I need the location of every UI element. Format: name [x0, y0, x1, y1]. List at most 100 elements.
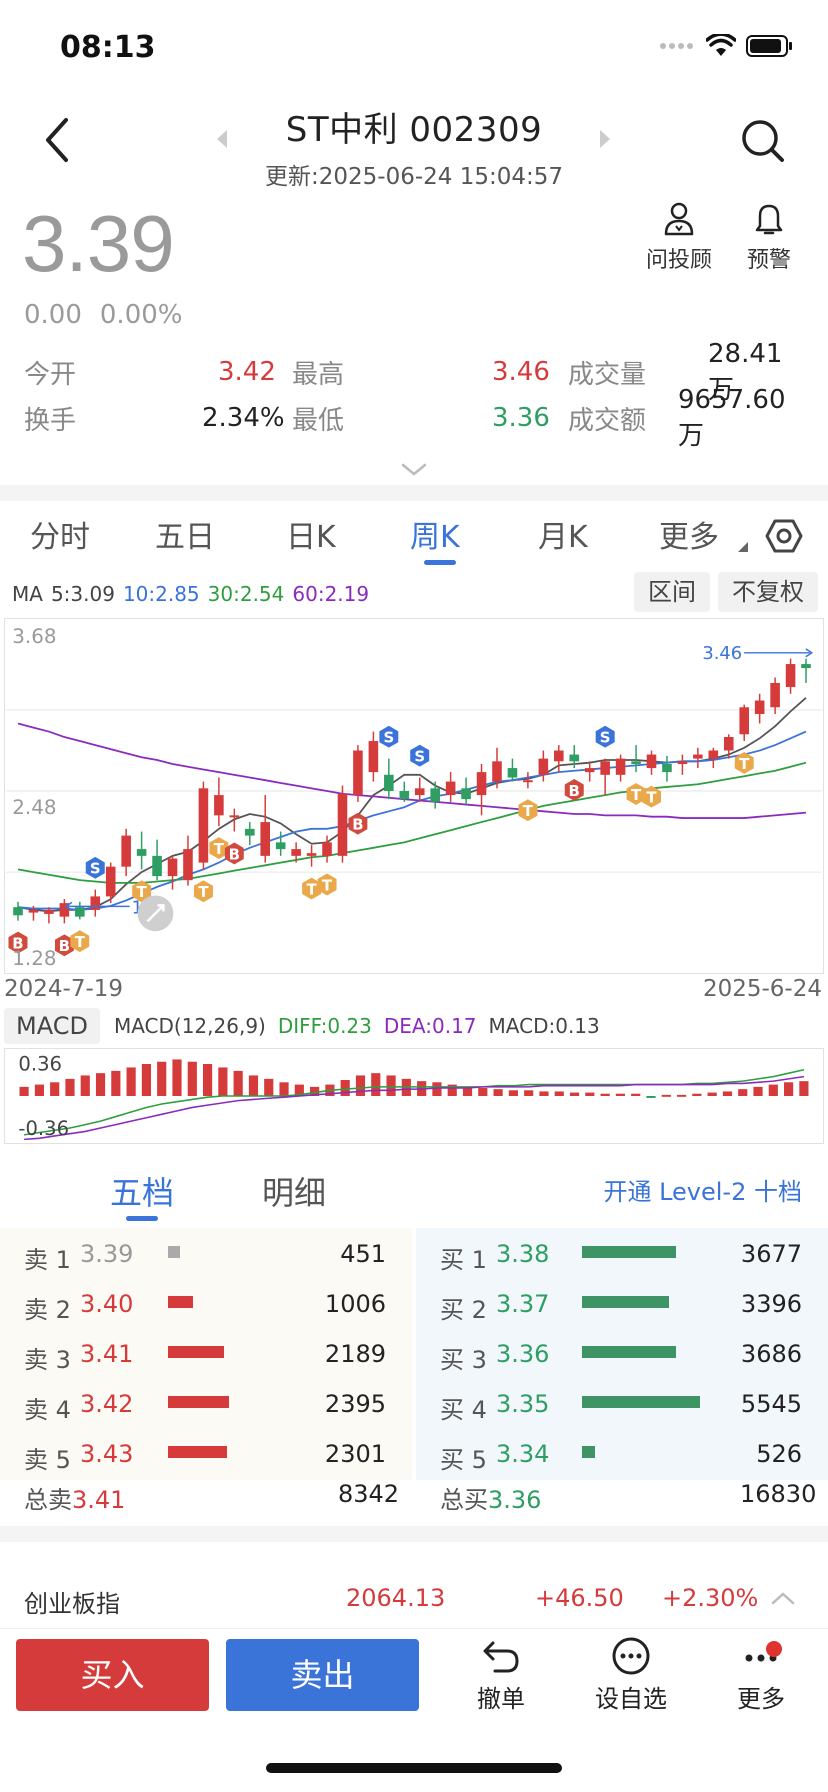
more-button[interactable]: 更多	[716, 1637, 806, 1714]
cancel-order-button[interactable]: 撤单	[456, 1637, 546, 1714]
signal-marker-s: S	[379, 725, 399, 748]
candle-body	[677, 761, 688, 765]
buy-level-volume: 3396	[740, 1290, 802, 1318]
ma60-value: 60:2.19	[292, 582, 370, 606]
price-change: 0.00 0.00%	[24, 300, 183, 330]
tab-five-levels[interactable]: 五档	[110, 1168, 174, 1214]
macd-bar	[50, 1082, 60, 1096]
macd-bar	[355, 1075, 366, 1096]
adjust-button[interactable]: 不复权	[718, 572, 818, 612]
macd-bar	[692, 1093, 702, 1096]
buy-level-row[interactable]: 买 2 3.37 3396	[416, 1278, 828, 1328]
index-ticker[interactable]: 创业板指 2064.13 +46.50 +2.30%	[0, 1560, 828, 1630]
total-buy-row: 总买3.36	[440, 1480, 541, 1520]
chart-settings-icon[interactable]	[765, 517, 803, 555]
buy-level-price: 3.37	[496, 1290, 550, 1318]
signal-label: T	[322, 876, 333, 894]
macd-bar	[554, 1091, 564, 1096]
buy-level-label: 买 4	[440, 1396, 487, 1424]
add-watchlist-button[interactable]: 设自选	[586, 1637, 676, 1714]
ma-legend: MA 5:3.09 10:2.85 30:2.54 60:2.19	[12, 582, 369, 606]
signal-label: S	[90, 860, 101, 878]
status-time: 08:13	[60, 30, 156, 65]
watchlist-dots-icon	[612, 1637, 650, 1675]
macd-bar	[95, 1073, 106, 1096]
chart-tabs: 分时 五日 日K 周K 月K 更多	[0, 512, 828, 565]
buy-level-row[interactable]: 买 3 3.36 3686	[416, 1328, 828, 1378]
search-icon[interactable]	[740, 118, 786, 164]
signal-label: B	[352, 816, 363, 834]
indicator-selector[interactable]: MACD	[4, 1008, 100, 1044]
chevron-up-icon[interactable]	[770, 1590, 796, 1606]
candle-body	[353, 750, 363, 796]
macd-chart[interactable]: 0.36 -0.36	[4, 1048, 824, 1144]
candle-body	[770, 682, 780, 708]
cancel-order-label: 撤单	[477, 1685, 525, 1713]
sell-volume-bar	[168, 1296, 193, 1308]
candle-body	[260, 822, 271, 856]
sell-level-row[interactable]: 卖 1 3.39 451	[0, 1228, 412, 1278]
sell-level-row[interactable]: 卖 3 3.41 2189	[0, 1328, 412, 1378]
signal-label: T	[646, 789, 657, 807]
signal-label: T	[306, 881, 317, 899]
sell-level-row[interactable]: 卖 4 3.42 2395	[0, 1378, 412, 1428]
macd-bar	[111, 1070, 121, 1096]
sell-level-row[interactable]: 卖 5 3.43 2301	[0, 1428, 412, 1478]
macd-bar	[19, 1086, 29, 1096]
sell-level-row[interactable]: 卖 2 3.40 1006	[0, 1278, 412, 1328]
macd-bar	[264, 1078, 274, 1096]
buy-volume-bar	[582, 1246, 676, 1258]
buy-volume-bar	[582, 1346, 676, 1358]
section-divider	[0, 1526, 828, 1542]
candle-body	[306, 853, 317, 856]
macd-tick-bottom: -0.36	[18, 1117, 69, 1140]
tab-five-day[interactable]: 五日	[155, 512, 215, 556]
back-button[interactable]	[38, 112, 78, 172]
buy-volume-bar	[582, 1446, 595, 1458]
battery-icon	[746, 35, 792, 57]
candle-body	[569, 754, 580, 762]
sell-button[interactable]: 卖出	[226, 1639, 419, 1711]
buy-level-row[interactable]: 买 1 3.38 3677	[416, 1228, 828, 1278]
kline-chart[interactable]: B B TST TT BT TBSSTBST TT 3.68 2.48 1.28 3.46 …	[4, 618, 824, 974]
sell-levels: 卖 1 3.39 451 卖 2 3.40 1006 卖 3 3.41 2189…	[0, 1228, 412, 1480]
tab-monthly-k[interactable]: 月K	[538, 512, 588, 556]
buy-level-volume: 3686	[740, 1340, 802, 1368]
candle-body	[414, 788, 425, 796]
section-divider	[0, 485, 828, 501]
sell-level-label: 卖 1	[24, 1246, 71, 1274]
signal-marker-s: S	[85, 856, 105, 879]
tab-more[interactable]: 更多	[659, 512, 719, 556]
update-time: 更新:2025-06-24 15:04:57	[264, 164, 564, 190]
open-label: 今开	[24, 359, 77, 390]
total-buy-volume: 16830	[740, 1480, 817, 1508]
buy-button[interactable]: 买入	[16, 1639, 209, 1711]
candle-body	[44, 909, 54, 914]
chart-zoom-icon[interactable]	[137, 895, 174, 932]
tab-weekly-k[interactable]: 周K	[410, 512, 460, 556]
candle-body	[693, 754, 703, 759]
buy-level-row[interactable]: 买 5 3.34 526	[416, 1428, 828, 1478]
more-label: 更多	[737, 1685, 785, 1713]
total-sell-volume: 8342	[338, 1480, 400, 1508]
buy-levels: 买 1 3.38 3677 买 2 3.37 3396 买 3 3.36 368…	[416, 1228, 828, 1480]
candle-body	[600, 761, 610, 775]
wifi-icon	[706, 34, 736, 56]
tab-details[interactable]: 明细	[262, 1168, 326, 1214]
advisor-button[interactable]: 问投顾	[634, 202, 724, 274]
index-name: 创业板指	[24, 1590, 120, 1618]
expand-chevron-icon[interactable]	[400, 462, 428, 478]
range-button[interactable]: 区间	[634, 572, 710, 612]
tab-daily-k[interactable]: 日K	[286, 512, 336, 556]
macd-bar	[218, 1067, 228, 1096]
y-tick-top: 3.68	[12, 625, 56, 648]
alert-button[interactable]: 预警	[724, 202, 814, 274]
macd-params: MACD(12,26,9)	[113, 1014, 266, 1038]
level2-upgrade-link[interactable]: 开通 Level-2 十档	[603, 1172, 802, 1207]
date-start: 2024-7-19	[4, 976, 124, 1002]
advisor-label: 问投顾	[645, 248, 712, 273]
sell-volume-bar	[168, 1346, 224, 1358]
tab-intraday[interactable]: 分时	[30, 512, 90, 556]
diff-line	[23, 1068, 805, 1136]
buy-level-row[interactable]: 买 4 3.35 5545	[416, 1378, 828, 1428]
